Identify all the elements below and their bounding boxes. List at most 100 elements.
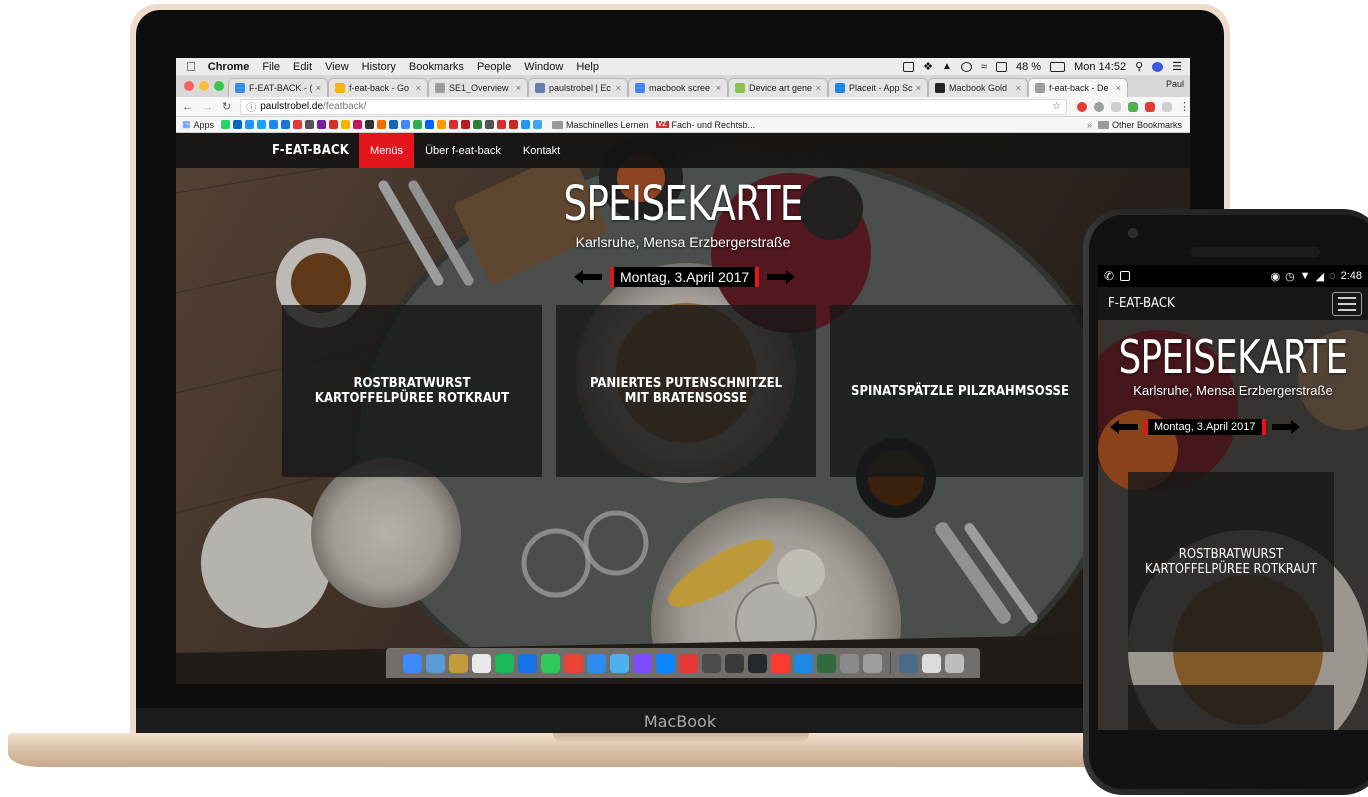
dock-app-icon[interactable] xyxy=(678,653,698,673)
dock-app-icon[interactable] xyxy=(471,653,491,673)
dock-app-icon[interactable] xyxy=(448,653,468,673)
tab-close-icon[interactable]: × xyxy=(916,83,921,93)
dock-app-icon[interactable] xyxy=(655,653,675,673)
bookmark-favicon-icon[interactable] xyxy=(401,120,411,129)
drive-icon[interactable]: ▲ xyxy=(942,61,952,72)
bookmark-favicon-icon[interactable] xyxy=(533,120,543,129)
bookmarks-more-chevron[interactable]: » xyxy=(1087,120,1092,130)
phone-site-brand[interactable]: F-EAT-BACK xyxy=(1108,296,1175,311)
dock-app-icon[interactable] xyxy=(609,653,629,673)
other-bookmarks[interactable]: Other Bookmarks xyxy=(1112,120,1182,130)
previous-day-arrow-icon[interactable] xyxy=(1110,420,1138,434)
browser-tab[interactable]: Device art gene × xyxy=(728,78,828,97)
dock-app-icon[interactable] xyxy=(425,653,445,673)
bookmark-favicon-icon[interactable] xyxy=(377,120,387,129)
dock-app-icon[interactable] xyxy=(747,653,767,673)
menu-file[interactable]: File xyxy=(262,61,280,73)
tab-close-icon[interactable]: × xyxy=(1116,83,1121,93)
nav-link-ueber[interactable]: Über f-eat-back xyxy=(414,133,512,168)
battery-icon[interactable] xyxy=(1050,61,1066,72)
bookmark-favicon-icon[interactable] xyxy=(449,120,459,129)
dock-app-icon[interactable] xyxy=(724,653,744,673)
bookmark-favicon-icon[interactable] xyxy=(365,120,375,129)
chrome-menu-icon[interactable]: ⋮ xyxy=(1179,100,1190,113)
bookmark-favicon-icon[interactable] xyxy=(245,120,255,129)
bookmark-folder-maschinelles-lernen[interactable]: Maschinelles Lernen xyxy=(552,120,649,130)
forward-icon[interactable]: → xyxy=(202,101,213,113)
bookmark-favicon-icon[interactable] xyxy=(485,120,495,129)
bookmark-favicon-icon[interactable] xyxy=(437,120,447,129)
site-brand[interactable]: F-EAT-BACK xyxy=(272,133,349,168)
dock-app-icon[interactable] xyxy=(793,653,813,673)
bookmark-favicon-icon[interactable] xyxy=(521,120,531,129)
menu-edit[interactable]: Edit xyxy=(293,61,312,73)
status-app-icon[interactable] xyxy=(903,61,915,72)
browser-tab[interactable]: macbook scree × xyxy=(628,78,728,97)
phone-menu-card[interactable]: ROSTBRATWURST KARTOFFELPÜREE ROTKRAUT xyxy=(1128,472,1334,652)
wifi-icon[interactable]: ≈ xyxy=(981,61,987,73)
back-icon[interactable]: ← xyxy=(182,101,193,113)
menu-bookmarks[interactable]: Bookmarks xyxy=(409,61,464,73)
extension-icon[interactable] xyxy=(1111,101,1121,112)
dock-app-icon[interactable] xyxy=(632,653,652,673)
tab-close-icon[interactable]: × xyxy=(716,83,721,93)
bookmark-favicon-icon[interactable] xyxy=(473,120,483,129)
next-day-arrow-icon[interactable] xyxy=(767,270,796,284)
dock-app-icon[interactable] xyxy=(862,653,882,673)
bookmark-favicon-icon[interactable] xyxy=(305,120,315,129)
browser-tab[interactable]: paulstrobel | Ec × xyxy=(528,78,628,97)
bookmark-star-icon[interactable]: ☆ xyxy=(1052,101,1061,112)
next-day-arrow-icon[interactable] xyxy=(1271,420,1300,434)
tab-close-icon[interactable]: × xyxy=(416,83,421,93)
menu-people[interactable]: People xyxy=(477,61,511,73)
spotlight-search-icon[interactable]: ⚲ xyxy=(1135,60,1143,73)
dock-app-icon[interactable] xyxy=(586,653,606,673)
bookmark-favicon-icon[interactable] xyxy=(461,120,471,129)
bookmark-favicon-icon[interactable] xyxy=(317,120,327,129)
minimize-window-button[interactable] xyxy=(199,81,209,91)
extension-icon[interactable] xyxy=(1094,101,1104,112)
bookmark-favicon-icon[interactable] xyxy=(233,120,243,129)
bookmark-favicon-icon[interactable] xyxy=(353,120,363,129)
dock-app-icon[interactable] xyxy=(494,653,514,673)
apple-menu-icon[interactable]:  xyxy=(186,59,196,74)
browser-tab[interactable]: Placeit - App Sc × xyxy=(828,78,928,97)
extension-icon[interactable] xyxy=(1128,101,1138,112)
hamburger-menu-icon[interactable] xyxy=(1332,292,1362,316)
menu-help[interactable]: Help xyxy=(576,61,599,73)
tab-close-icon[interactable]: × xyxy=(616,83,621,93)
profile-button[interactable]: Paul xyxy=(1166,79,1184,89)
nav-link-kontakt[interactable]: Kontakt xyxy=(512,133,571,168)
dock-app-icon[interactable] xyxy=(402,653,422,673)
bookmark-favicon-icon[interactable] xyxy=(269,120,279,129)
adblock-icon[interactable] xyxy=(1077,101,1087,112)
extension-icon[interactable] xyxy=(1145,101,1155,112)
battery-percent[interactable]: 48 % xyxy=(1016,61,1041,73)
address-bar[interactable]: ⓘ paulstrobel.de /featback/ ☆ xyxy=(240,98,1067,115)
menu-history[interactable]: History xyxy=(362,61,396,73)
dock-app-icon[interactable] xyxy=(898,653,918,673)
bookmark-favicon-icon[interactable] xyxy=(389,120,399,129)
menubar-clock[interactable]: Mon 14:52 xyxy=(1074,61,1126,73)
bookmark-favicon-icon[interactable] xyxy=(341,120,351,129)
bookmark-favicon-icon[interactable] xyxy=(329,120,339,129)
bookmark-favicon-icon[interactable] xyxy=(257,120,267,129)
dock-app-icon[interactable] xyxy=(816,653,836,673)
menu-card[interactable]: SPINATSPÄTZLE PILZRAHMSOSSE xyxy=(830,305,1090,477)
dock-app-icon[interactable] xyxy=(540,653,560,673)
tab-close-icon[interactable]: × xyxy=(816,83,821,93)
bookmark-favicon-icon[interactable] xyxy=(425,120,435,129)
tab-close-icon[interactable]: × xyxy=(516,83,521,93)
dock-app-icon[interactable] xyxy=(839,653,859,673)
info-icon[interactable]: ⓘ xyxy=(246,99,256,114)
notification-center-icon[interactable]: ☰ xyxy=(1172,60,1182,73)
close-window-button[interactable] xyxy=(184,81,194,91)
phone-menu-card[interactable] xyxy=(1128,685,1334,730)
browser-tab[interactable]: f-eat-back - De × xyxy=(1028,78,1128,97)
dropbox-icon[interactable]: ❖ xyxy=(923,60,933,73)
menu-view[interactable]: View xyxy=(325,61,349,73)
dock-app-icon[interactable] xyxy=(701,653,721,673)
browser-tab[interactable]: F-EAT-BACK - (× xyxy=(228,78,328,97)
browser-tab[interactable]: SE1_Overview × xyxy=(428,78,528,97)
dock-app-icon[interactable] xyxy=(770,653,790,673)
